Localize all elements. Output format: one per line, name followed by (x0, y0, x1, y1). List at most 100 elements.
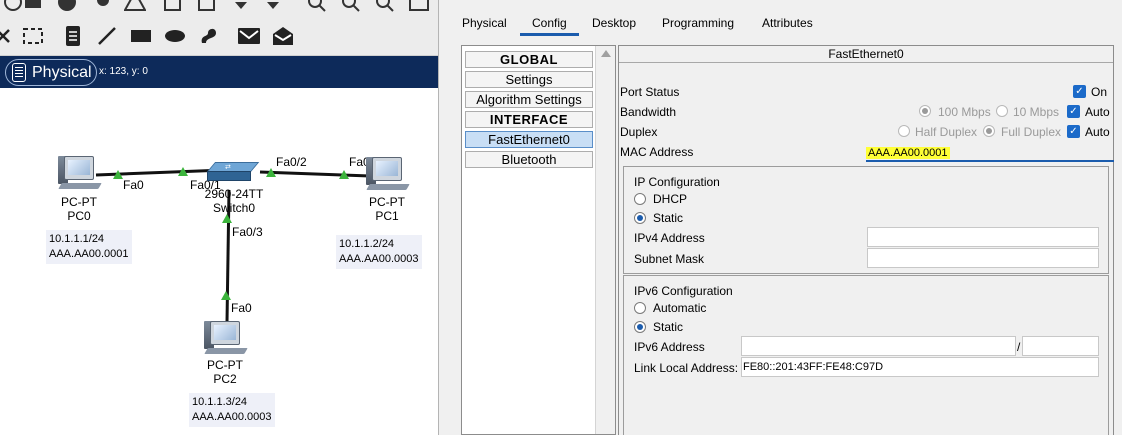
sidebar-scrollbar[interactable] (595, 46, 615, 434)
link-status-up-icon (113, 170, 123, 179)
pc-icon[interactable] (204, 321, 248, 355)
half-duplex-radio[interactable] (898, 125, 910, 137)
device-name: Switch0 (212, 201, 256, 215)
duplex-auto-checkbox[interactable]: ✓ (1067, 125, 1080, 138)
scroll-up-icon[interactable] (601, 50, 611, 57)
ip-text: 10.1.1.3/24 (192, 396, 248, 408)
device-type: PC-PT (61, 195, 97, 209)
device-config-dialog: Physical Config Desktop Programming Attr… (438, 0, 1122, 435)
port-label: Fa0 (231, 301, 252, 315)
mac-text: AAA.AA00.0003 (192, 411, 272, 423)
prefix-slash: / (1017, 340, 1021, 354)
device-type: PC-PT (207, 358, 243, 372)
bandwidth-auto-checkbox[interactable]: ✓ (1067, 105, 1080, 118)
device-name: PC2 (213, 372, 237, 386)
bandwidth-10-label: 10 Mbps (1013, 105, 1060, 119)
device-name: PC0 (67, 209, 91, 223)
half-duplex-label: Half Duplex (915, 125, 978, 139)
mac-text: AAA.AA00.0001 (49, 248, 129, 260)
panel-title: FastEthernet0 (619, 46, 1113, 63)
ipv4-address-label: IPv4 Address (634, 231, 705, 245)
link-status-up-icon (178, 167, 188, 176)
sidebar-item-settings[interactable]: Settings (465, 71, 593, 88)
ip-config-title: IP Configuration (634, 175, 720, 189)
sidebar-header-interface: INTERFACE (465, 111, 593, 128)
ipv4-address-input[interactable] (867, 227, 1099, 247)
device-type: PC-PT (369, 195, 405, 209)
link-local-value: FE80::201:43FF:FE48:C97D (743, 361, 884, 373)
bandwidth-100-label: 100 Mbps (938, 105, 991, 119)
duplex-auto-label: Auto (1085, 125, 1110, 139)
port-status-label: Port Status (620, 85, 680, 99)
port-status-checkbox[interactable]: ✓ (1073, 85, 1086, 98)
mac-address-label: MAC Address (620, 145, 694, 159)
port-label: Fa0 (123, 178, 144, 192)
device-label-pc0[interactable]: PC-PT PC0 (44, 195, 114, 223)
duplex-label: Duplex (620, 125, 658, 139)
config-content: GLOBAL Settings Algorithm Settings INTER… (461, 45, 1122, 435)
tab-desktop[interactable]: Desktop (592, 16, 636, 33)
dhcp-label: DHCP (653, 192, 688, 206)
packet-tracer-window: Physical x: 123, y: 0 Fa0 Fa0/1 Fa0/2 Fa… (0, 0, 1122, 435)
port-label: Fa0/3 (232, 225, 263, 239)
dialog-tabs: Physical Config Desktop Programming Attr… (439, 0, 1122, 38)
mac-address-value: AAA.AA00.0001 (866, 147, 950, 159)
device-label-pc2[interactable]: PC-PT PC2 (190, 358, 260, 386)
ipv6-address-label: IPv6 Address (634, 340, 705, 354)
link-local-input[interactable]: FE80::201:43FF:FE48:C97D (741, 357, 1099, 377)
device-label-switch0[interactable]: 2960-24TT Switch0 (194, 187, 274, 215)
ipv6-configuration-group: IPv6 Configuration Automatic Static IPv6… (623, 275, 1109, 435)
automatic-ipv6-label: Automatic (653, 301, 707, 315)
dhcp-radio[interactable] (634, 193, 646, 205)
link-status-up-icon (222, 214, 232, 223)
subnet-mask-input[interactable] (867, 248, 1099, 268)
tab-physical[interactable]: Physical (462, 16, 507, 33)
pc-icon[interactable] (366, 157, 410, 191)
tab-attributes[interactable]: Attributes (762, 16, 813, 33)
sidebar-item-algorithm-settings[interactable]: Algorithm Settings (465, 91, 593, 108)
ip-configuration-group: IP Configuration DHCP Static IPv4 Addres… (623, 166, 1109, 274)
static-ipv4-label: Static (653, 211, 684, 225)
interface-panel: FastEthernet0 Port Status ✓ On Bandwidth… (618, 45, 1114, 435)
device-note-pc1: 10.1.1.2/24 AAA.AA00.0003 (336, 235, 422, 269)
device-note-pc2: 10.1.1.3/24 AAA.AA00.0003 (189, 393, 275, 427)
port-status-on-label: On (1091, 85, 1108, 99)
sidebar-header-global: GLOBAL (465, 51, 593, 68)
ipv6-config-title: IPv6 Configuration (634, 284, 733, 298)
bandwidth-100-radio[interactable] (919, 105, 931, 117)
link-status-up-icon (339, 170, 349, 179)
device-name: PC1 (375, 209, 399, 223)
ipv6-address-input[interactable] (741, 336, 1016, 356)
automatic-ipv6-radio[interactable] (634, 302, 646, 314)
config-sidebar: GLOBAL Settings Algorithm Settings INTER… (461, 45, 616, 435)
bandwidth-10-radio[interactable] (996, 105, 1008, 117)
bandwidth-auto-label: Auto (1085, 105, 1110, 119)
mac-text: AAA.AA00.0003 (339, 253, 419, 265)
tab-config[interactable]: Config (520, 16, 579, 36)
static-ipv4-radio[interactable] (634, 212, 646, 224)
link-switch-pc1[interactable] (259, 170, 371, 178)
tab-programming[interactable]: Programming (662, 16, 734, 33)
ip-text: 10.1.1.2/24 (339, 238, 395, 250)
sidebar-item-fastethernet0[interactable]: FastEthernet0 (465, 131, 593, 148)
mac-address-input[interactable]: AAA.AA00.0001 (866, 146, 1114, 162)
subnet-mask-label: Subnet Mask (634, 252, 705, 266)
device-note-pc0: 10.1.1.1/24 AAA.AA00.0001 (46, 230, 132, 264)
switch-icon[interactable]: ⇄ (206, 162, 260, 184)
pc-icon[interactable] (58, 156, 102, 190)
device-type: 2960-24TT (204, 187, 264, 201)
full-duplex-label: Full Duplex (1001, 125, 1062, 139)
port-label: Fa0/2 (276, 155, 307, 169)
static-ipv6-radio[interactable] (634, 321, 646, 333)
device-label-pc1[interactable]: PC-PT PC1 (352, 195, 422, 223)
sidebar-item-bluetooth[interactable]: Bluetooth (465, 151, 593, 168)
static-ipv6-label: Static (653, 320, 684, 334)
link-local-label: Link Local Address: (634, 361, 739, 375)
full-duplex-radio[interactable] (983, 125, 995, 137)
link-status-up-icon (221, 291, 231, 300)
bandwidth-label: Bandwidth (620, 105, 677, 119)
logical-workspace[interactable]: Physical x: 123, y: 0 Fa0 Fa0/1 Fa0/2 Fa… (0, 0, 438, 435)
link-status-up-icon (266, 168, 276, 177)
ip-text: 10.1.1.1/24 (49, 233, 105, 245)
ipv6-prefix-input[interactable] (1022, 336, 1099, 356)
